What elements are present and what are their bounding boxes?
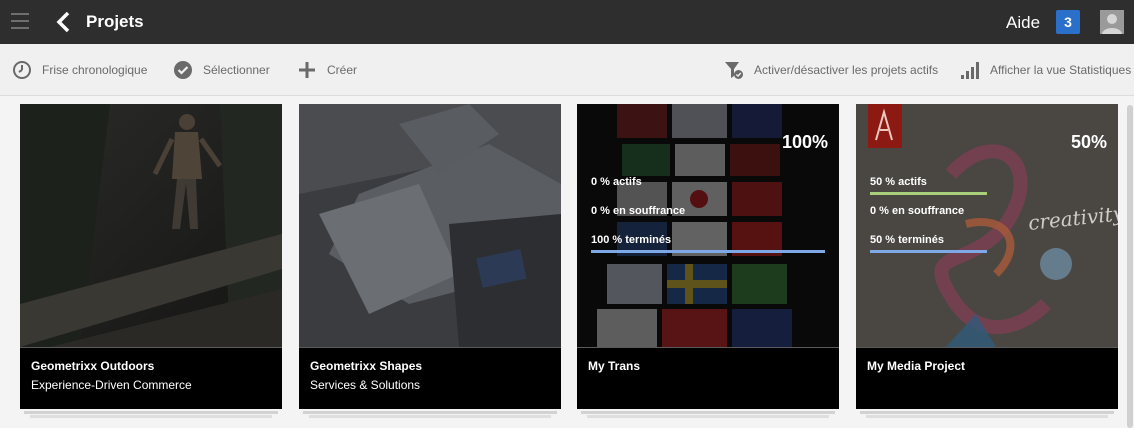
scrollbar[interactable] (1127, 105, 1133, 428)
statistics-view-label: Afficher la vue Statistiques (990, 63, 1132, 77)
project-card-my-trans[interactable]: 100% 0 % actifs 0 % en souffrance 100 % … (577, 104, 839, 418)
project-thumbnail (299, 104, 561, 347)
avatar[interactable] (1100, 10, 1124, 34)
card-stack-edge (24, 411, 278, 414)
project-thumbnail: 100% 0 % actifs 0 % en souffrance 100 % … (577, 104, 839, 347)
completion-percent: 50% (1070, 132, 1107, 152)
timeline-label: Frise chronologique (42, 63, 148, 77)
overdue-stat: 0 % en souffrance (870, 205, 965, 217)
project-name: Geometrixx Shapes (310, 359, 423, 373)
card-stack-edge (309, 415, 551, 418)
create-label: Créer (327, 63, 358, 77)
project-name: My Trans (588, 359, 641, 373)
project-card-footer: My Media Project (856, 347, 1118, 409)
card-stack-edge (581, 411, 835, 414)
menu-icon[interactable] (11, 13, 29, 29)
project-description: Services & Solutions (310, 378, 421, 392)
card-stack-edge (860, 411, 1114, 414)
filter-check-icon (725, 62, 743, 79)
clock-icon (13, 61, 31, 79)
card-stack-edge (866, 415, 1108, 418)
project-card-my-media-project[interactable]: creativity 50% 50 % actifs 0 % en souffr… (856, 104, 1118, 418)
completed-progress-bar (591, 250, 825, 253)
project-card-footer: Geometrixx Outdoors Experience-Driven Co… (20, 347, 282, 409)
project-card-footer: Geometrixx Shapes Services & Solutions (299, 347, 561, 409)
toggle-active-projects-button[interactable]: Activer/désactiver les projets actifs (724, 60, 938, 80)
timeline-button[interactable]: Frise chronologique (12, 60, 147, 80)
active-progress-bar (870, 192, 987, 195)
top-header: Projets Aide 3 (0, 0, 1134, 44)
bar-chart-icon (961, 62, 979, 79)
back-chevron-icon[interactable] (54, 10, 74, 34)
create-button[interactable]: Créer (297, 60, 357, 80)
project-description: Experience-Driven Commerce (31, 378, 192, 392)
statistics-view-button[interactable]: Afficher la vue Statistiques (960, 60, 1131, 80)
completed-progress-bar (870, 250, 987, 253)
completed-stat: 100 % terminés (591, 234, 672, 246)
page-title: Projets (86, 12, 144, 31)
card-stack-edge (303, 411, 557, 414)
action-bar: Frise chronologique Sélectionner Créer A… (0, 44, 1134, 96)
project-card-footer: My Trans (577, 347, 839, 409)
project-card-geometrixx-outdoors[interactable]: Geometrixx Outdoors Experience-Driven Co… (20, 104, 282, 418)
completed-stat: 50 % terminés (870, 234, 944, 246)
toggle-active-projects-label: Activer/désactiver les projets actifs (754, 63, 939, 77)
check-circle-icon (174, 61, 192, 79)
project-thumbnail (20, 104, 282, 347)
project-thumbnail: creativity 50% 50 % actifs 0 % en souffr… (856, 104, 1118, 347)
plus-icon (299, 62, 315, 78)
help-link[interactable]: Aide (1006, 13, 1040, 33)
card-stack-edge (587, 415, 829, 418)
completion-percent: 100% (781, 132, 828, 152)
project-name: Geometrixx Outdoors (31, 359, 155, 373)
overdue-stat: 0 % en souffrance (591, 205, 686, 217)
card-stack-edge (30, 415, 272, 418)
project-card-geometrixx-shapes[interactable]: Geometrixx Shapes Services & Solutions (299, 104, 561, 418)
notification-badge[interactable]: 3 (1056, 10, 1080, 34)
select-button[interactable]: Sélectionner (173, 60, 270, 80)
active-stat: 0 % actifs (591, 176, 642, 188)
select-label: Sélectionner (203, 63, 270, 77)
project-name: My Media Project (867, 359, 966, 373)
active-stat: 50 % actifs (870, 176, 927, 188)
